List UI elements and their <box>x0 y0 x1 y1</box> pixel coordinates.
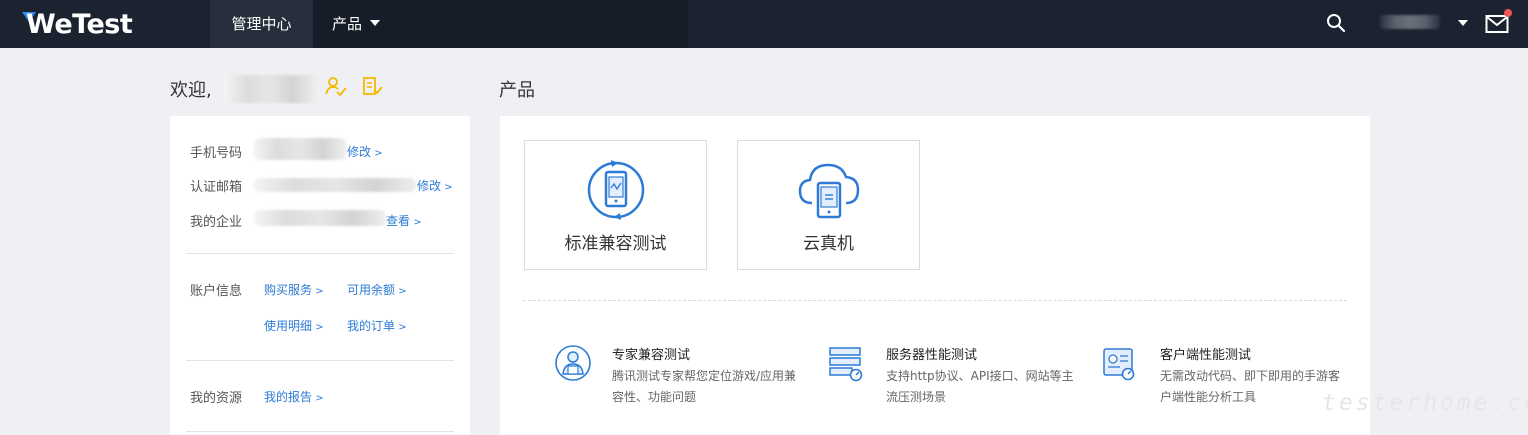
email-label: 认证邮箱 <box>190 180 243 195</box>
expert-icon <box>555 345 591 381</box>
tile-standard-compat-label: 标准兼容测试 <box>564 234 667 254</box>
blurred-company <box>254 210 386 226</box>
blurred-username <box>224 75 316 103</box>
logo-text: WeTest <box>26 9 133 40</box>
edit-phone-link[interactable]: 修改 <box>347 143 383 160</box>
standard-compat-icon <box>587 160 644 220</box>
service-client-title: 客户端性能测试 <box>1160 348 1252 363</box>
divider <box>186 253 454 254</box>
tile-standard-compat[interactable]: 标准兼容测试 <box>524 140 707 270</box>
blurred-email <box>254 178 416 192</box>
user-account-menu[interactable] <box>1380 15 1440 29</box>
server-icon <box>829 347 863 382</box>
account-info-label: 账户信息 <box>190 284 243 299</box>
my-orders-link[interactable]: 我的订单 <box>347 317 407 334</box>
company-label: 我的企业 <box>190 215 243 230</box>
service-server-perf[interactable]: 服务器性能测试 支持http协议、API接口、网站等主流压测场景 <box>828 344 1074 404</box>
view-company-link[interactable]: 查看 <box>386 212 422 229</box>
user-menu-chevron-icon[interactable] <box>1458 20 1468 26</box>
user-verified-icon[interactable] <box>325 76 347 96</box>
search-icon[interactable] <box>1326 13 1346 33</box>
buy-service-link[interactable]: 购买服务 <box>264 281 324 298</box>
dashed-divider <box>523 300 1347 301</box>
tile-cloud-device-label: 云真机 <box>803 234 854 254</box>
client-perf-icon <box>1103 348 1135 381</box>
products-title: 产品 <box>499 80 535 101</box>
service-expert-title: 专家兼容测试 <box>612 348 691 363</box>
service-client-perf[interactable]: 客户端性能测试 无需改动代码、即下即用的手游客户端性能分析工具 <box>1102 344 1342 404</box>
service-server-title: 服务器性能测试 <box>886 348 978 363</box>
divider <box>186 360 454 361</box>
cloud-device-icon <box>798 163 859 219</box>
my-reports-link[interactable]: 我的报告 <box>264 388 324 405</box>
welcome-text: 欢迎, <box>170 80 212 101</box>
nav-products-label: 产品 <box>332 15 363 33</box>
blurred-phone <box>254 138 346 160</box>
balance-link[interactable]: 可用余额 <box>347 281 407 298</box>
wetest-logo[interactable]: WeTest <box>12 6 133 42</box>
notification-dot <box>1504 9 1512 17</box>
phone-label: 手机号码 <box>190 146 243 161</box>
nav-products-menu[interactable]: 产品 <box>332 0 381 48</box>
service-server-desc: 支持http协议、API接口、网站等主流压测场景 <box>886 369 1074 404</box>
service-expert-desc: 腾讯测试专家帮您定位游戏/应用兼容性、功能问题 <box>612 369 797 404</box>
usage-detail-link[interactable]: 使用明细 <box>264 317 324 334</box>
account-card: 手机号码 修改 认证邮箱 修改 我的企业 查看 账户信息 购买服务 可用余额 使… <box>170 116 470 435</box>
top-bar: WeTest 管理中心 产品 <box>0 0 1528 48</box>
divider <box>186 431 454 432</box>
edit-email-link[interactable]: 修改 <box>417 177 453 194</box>
enterprise-cert-icon[interactable] <box>362 76 384 96</box>
service-expert-compat[interactable]: 专家兼容测试 腾讯测试专家帮您定位游戏/应用兼容性、功能问题 <box>554 344 796 404</box>
my-resources-label: 我的资源 <box>190 391 243 406</box>
tile-cloud-device[interactable]: 云真机 <box>737 140 920 270</box>
nav-management-center[interactable]: 管理中心 <box>210 0 313 48</box>
chevron-down-icon <box>370 19 381 26</box>
watermark-text: testerhome.com <box>1322 390 1528 416</box>
